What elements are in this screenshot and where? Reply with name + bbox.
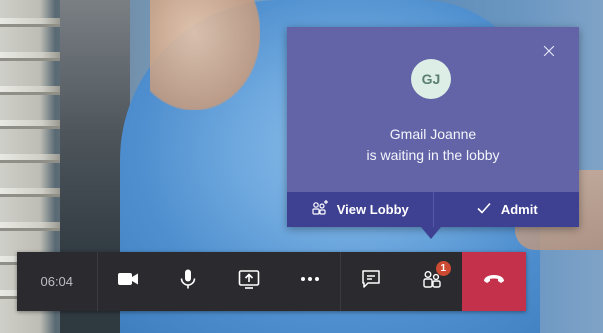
more-options-button[interactable]: [279, 252, 340, 311]
call-timer: 06:04: [17, 252, 98, 311]
camera-toggle-button[interactable]: [98, 252, 159, 311]
lobby-notification: GJ Gmail Joanne is waiting in the lobby …: [287, 27, 579, 227]
microphone-icon: [176, 267, 200, 296]
popup-action-bar: View Lobby Admit: [287, 192, 579, 227]
call-toolbar: 06:04 1: [17, 252, 526, 311]
checkmark-icon: [475, 199, 493, 220]
admit-button[interactable]: Admit: [432, 192, 580, 227]
avatar: GJ: [411, 59, 451, 99]
share-screen-button[interactable]: [219, 252, 280, 311]
waiting-person-name: Gmail Joanne: [389, 126, 477, 142]
microphone-toggle-button[interactable]: [158, 252, 219, 311]
window-blind-slat: [0, 86, 60, 95]
participants-button[interactable]: 1: [402, 252, 463, 311]
view-lobby-button[interactable]: View Lobby: [287, 192, 433, 227]
people-add-icon: [311, 199, 329, 220]
close-icon[interactable]: [539, 41, 559, 61]
waiting-status: is waiting in the lobby: [366, 147, 500, 163]
window-blind-slat: [0, 222, 60, 231]
admit-label: Admit: [500, 202, 538, 217]
video-camera-icon: [116, 267, 140, 296]
window-blind-slat: [0, 188, 60, 197]
participants-count-badge: 1: [435, 261, 451, 276]
window-blind-slat: [0, 120, 60, 129]
hang-up-button[interactable]: [462, 252, 526, 311]
window-blind-slat: [0, 154, 60, 163]
lobby-message: Gmail Joanne is waiting in the lobby: [287, 124, 579, 166]
view-lobby-label: View Lobby: [336, 202, 409, 217]
window-blind-slat: [0, 52, 60, 61]
chat-button[interactable]: [341, 252, 402, 311]
chat-icon: [359, 267, 383, 296]
more-options-icon: [298, 267, 322, 296]
share-screen-icon: [237, 267, 261, 296]
window-blind-slat: [0, 18, 60, 27]
hang-up-icon: [481, 266, 507, 297]
avatar-initials: GJ: [421, 71, 441, 87]
popup-pointer: [421, 227, 441, 239]
participant-neck: [150, 0, 260, 110]
